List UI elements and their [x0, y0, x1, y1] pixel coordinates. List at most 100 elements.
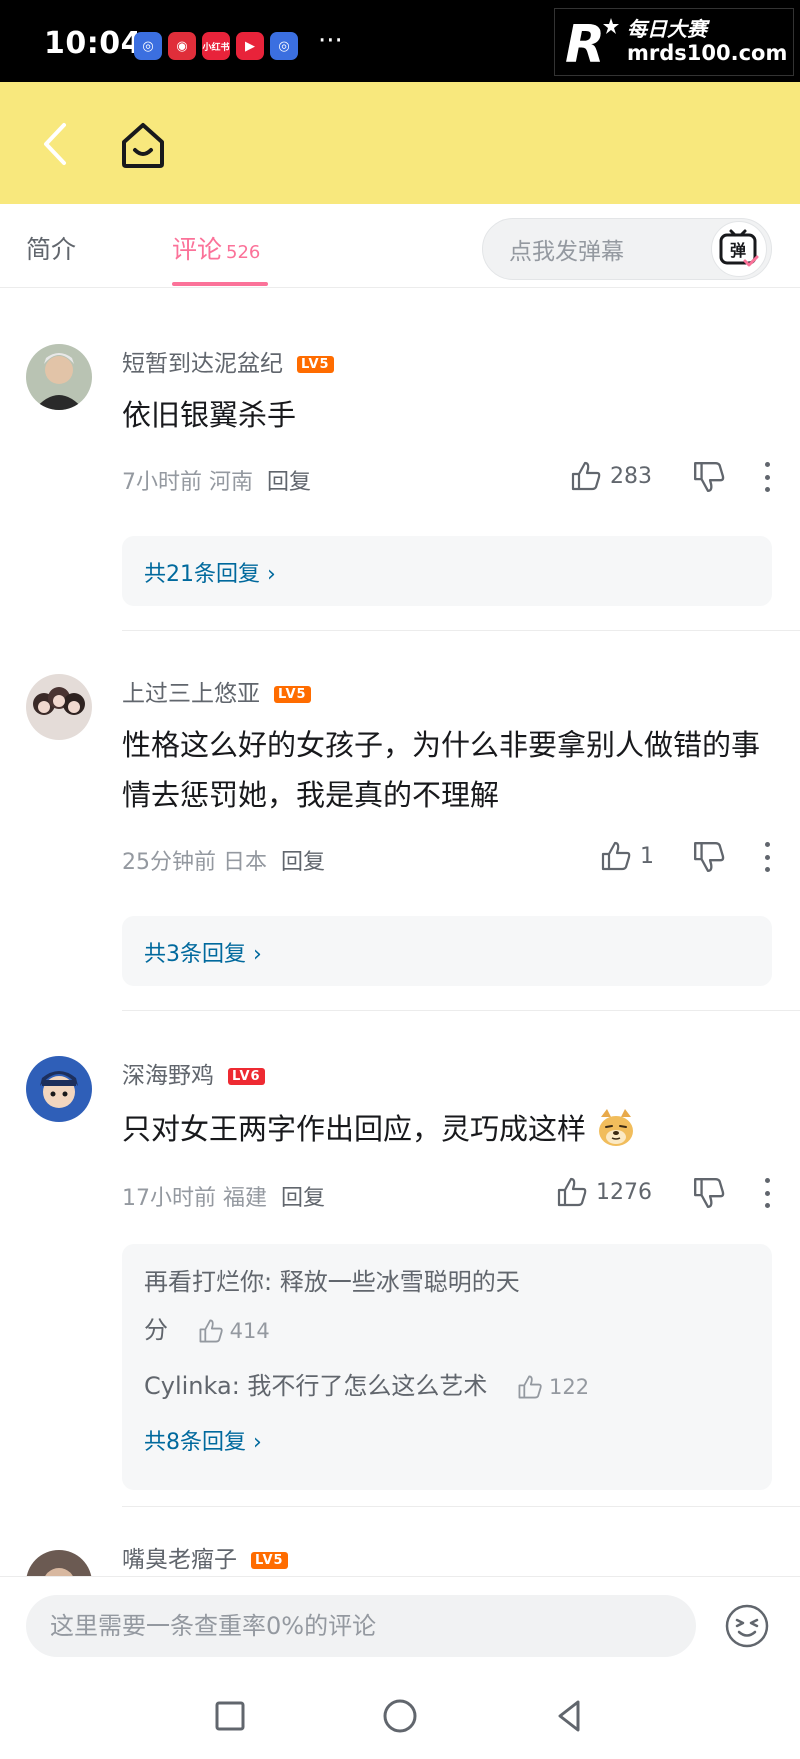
app-mini-label-icon: 小红书	[202, 32, 230, 60]
thumbs-down-icon	[694, 842, 725, 872]
thumbs-up-icon	[601, 841, 631, 871]
back-button[interactable]	[30, 114, 80, 174]
emoji-button[interactable]	[724, 1603, 770, 1649]
comment-item: 短暂到达泥盆纪 LV5 依旧银翼杀手 7小时前 河南 回复 283 共21条回复 ›	[0, 290, 800, 630]
like-count: 283	[610, 463, 652, 489]
chevron-left-icon	[44, 123, 66, 165]
like-button[interactable]: 1	[600, 840, 654, 872]
tab-comments-count: 526	[226, 242, 261, 263]
watermark-logo-icon: R	[561, 12, 623, 75]
reply-like[interactable]: 414	[198, 1318, 270, 1344]
home-button[interactable]	[116, 118, 170, 172]
reply-preview-box[interactable]: 再看打烂你: 释放一些冰雪聪明的天 分 414 Cylinka: 我不行了怎么这…	[122, 1244, 772, 1490]
dislike-button[interactable]	[692, 460, 726, 494]
reply-like[interactable]: 122	[517, 1374, 589, 1400]
comment-time-location: 17小时前 福建	[122, 1186, 267, 1211]
danmaku-placeholder: 点我发弹幕	[509, 239, 624, 265]
comment-text-content: 只对女王两字作出回应，灵巧成这样	[122, 1112, 587, 1146]
like-button[interactable]: 1276	[556, 1176, 652, 1208]
thumbs-up-icon	[518, 1375, 542, 1399]
reply-preview-box[interactable]: 共21条回复 ›	[122, 536, 772, 606]
reply-preview-text: Cylinka: 我不行了怎么这么艺术	[144, 1372, 488, 1400]
level-badge: LV5	[251, 1552, 288, 1569]
reply-preview-line: 再看打烂你: 释放一些冰雪聪明的天	[144, 1268, 520, 1296]
reply-button[interactable]: 回复	[281, 850, 325, 875]
status-more-icon: ···	[318, 26, 343, 56]
home-icon	[122, 123, 164, 168]
view-replies-link[interactable]: 共3条回复 ›	[144, 936, 262, 968]
view-replies-link[interactable]: 共21条回复 ›	[144, 556, 276, 588]
username-text: 嘴臭老瘤子	[122, 1547, 237, 1573]
dislike-button[interactable]	[692, 1176, 726, 1210]
watermark: R 每日大赛 mrds100.com	[554, 8, 794, 76]
danmaku-icon-char: 弹	[730, 241, 746, 260]
reply-like-count: 414	[229, 1319, 270, 1343]
username[interactable]: 嘴臭老瘤子 LV5	[122, 1540, 288, 1574]
like-count: 1	[640, 843, 654, 869]
status-bar: 10:04 ◎ ◉ 小红书 ▶ ◎ ··· R 每日大赛 mrds100.com	[0, 0, 800, 82]
home-nav-button[interactable]	[378, 1694, 422, 1738]
top-nav	[0, 82, 800, 204]
reply-preview-line: Cylinka: 我不行了怎么这么艺术 122	[144, 1366, 589, 1401]
comment-meta: 7小时前 河南 回复	[122, 464, 311, 496]
reply-preview-line: 分 414	[144, 1310, 270, 1345]
reply-button[interactable]: 回复	[267, 470, 311, 495]
avatar[interactable]	[26, 674, 92, 740]
like-button[interactable]: 283	[570, 460, 652, 492]
thumbs-up-icon	[199, 1319, 223, 1343]
thumbs-up-icon	[571, 461, 601, 491]
username-text: 短暂到达泥盆纪	[122, 351, 283, 377]
triangle-back-icon	[558, 1700, 580, 1732]
reply-button[interactable]: 回复	[281, 1186, 325, 1211]
danmaku-toggle-icon[interactable]: 弹	[711, 221, 767, 277]
more-options-icon[interactable]	[760, 842, 774, 872]
comment-time-location: 25分钟前 日本	[122, 850, 267, 875]
tab-comments[interactable]: 评论 526	[172, 230, 260, 266]
comment-meta: 25分钟前 日本 回复	[122, 844, 325, 876]
like-count: 1276	[596, 1179, 652, 1205]
dislike-button[interactable]	[692, 840, 726, 874]
watermark-brand: 每日大赛	[627, 17, 707, 42]
more-options-icon[interactable]	[760, 1178, 774, 1208]
reply-preview-box[interactable]: 共3条回复 ›	[122, 916, 772, 986]
level-badge: LV5	[274, 686, 311, 703]
username-text: 上过三上悠亚	[122, 681, 260, 707]
watermark-logo-letter: R	[565, 15, 605, 72]
system-nav-bar	[0, 1674, 800, 1759]
username[interactable]: 上过三上悠亚 LV5	[122, 674, 311, 708]
tab-comments-label: 评论	[172, 235, 223, 264]
view-replies-link[interactable]: 共8条回复 ›	[144, 1424, 262, 1456]
comment-input-bar	[0, 1576, 800, 1674]
comment-item: 深海野鸡 LV6 只对女王两字作出回应，灵巧成这样 17小时前 福建 回复 1276…	[0, 1010, 800, 1506]
tab-intro[interactable]: 简介	[26, 230, 76, 266]
reply-like-count: 122	[549, 1375, 590, 1399]
recent-apps-button[interactable]	[208, 1694, 252, 1738]
avatar[interactable]	[26, 344, 92, 410]
avatar[interactable]	[26, 1056, 92, 1122]
circle-icon	[383, 1699, 417, 1733]
app-blue-icon: ◎	[134, 32, 162, 60]
tabs-row: 简介 评论 526 点我发弹幕 弹	[0, 204, 800, 288]
back-nav-button[interactable]	[548, 1694, 592, 1738]
level-badge: LV6	[228, 1068, 265, 1085]
level-badge: LV5	[297, 356, 334, 373]
username[interactable]: 深海野鸡 LV6	[122, 1056, 265, 1090]
comment-text: 只对女王两字作出回应，灵巧成这样	[122, 1104, 772, 1154]
status-app-icons: ◎ ◉ 小红书 ▶ ◎	[134, 32, 298, 60]
active-tab-indicator	[172, 282, 268, 286]
more-options-icon[interactable]	[760, 462, 774, 492]
danmaku-input-button[interactable]: 点我发弹幕 弹	[482, 218, 772, 280]
comment-item: 上过三上悠亚 LV5 性格这么好的女孩子，为什么非要拿别人做错的事情去惩罚她，我是…	[0, 630, 800, 1010]
comment-item: 嘴臭老瘤子 LV5	[0, 1506, 800, 1576]
comment-text: 性格这么好的女孩子，为什么非要拿别人做错的事情去惩罚她，我是真的不理解	[122, 728, 761, 812]
square-icon	[215, 1701, 245, 1731]
comment-meta: 17小时前 福建 回复	[122, 1180, 325, 1212]
thumbs-down-icon	[694, 1178, 725, 1208]
comment-input[interactable]	[26, 1595, 696, 1657]
username[interactable]: 短暂到达泥盆纪 LV5	[122, 344, 334, 378]
app-red-icon: ◉	[168, 32, 196, 60]
avatar[interactable]	[26, 1550, 92, 1576]
doge-emoji-icon	[599, 1109, 634, 1146]
thumbs-down-icon	[694, 462, 725, 492]
reply-preview-text: 分	[144, 1316, 168, 1344]
